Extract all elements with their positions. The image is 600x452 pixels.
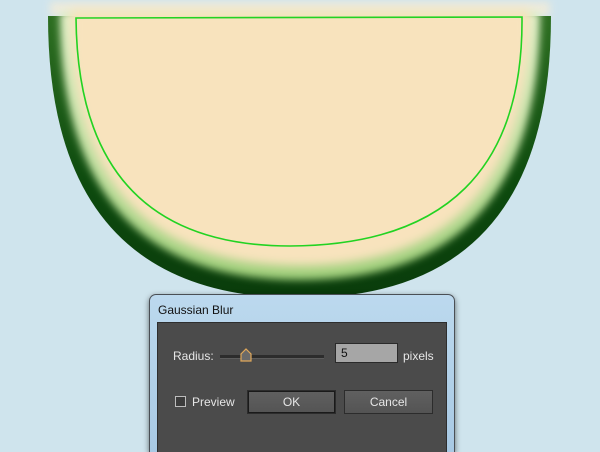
ok-button[interactable]: OK	[247, 390, 336, 414]
preview-label[interactable]: Preview	[192, 395, 235, 409]
cancel-button[interactable]: Cancel	[344, 390, 433, 414]
radius-slider-track[interactable]	[220, 355, 324, 359]
radius-slider-thumb[interactable]	[240, 348, 252, 362]
radius-input[interactable]: 5	[335, 343, 398, 363]
dialog-body: Radius: 5 pixels Preview OK Cancel	[157, 322, 447, 452]
dialog-title: Gaussian Blur	[158, 303, 234, 317]
radius-slider[interactable]	[220, 347, 324, 365]
preview-checkbox[interactable]	[175, 396, 186, 407]
gaussian-blur-dialog: Gaussian Blur Radius: 5 pixels Preview O…	[149, 294, 455, 452]
radius-label: Radius:	[173, 349, 214, 363]
dialog-titlebar[interactable]: Gaussian Blur	[150, 295, 454, 321]
radius-unit-label: pixels	[403, 349, 434, 363]
